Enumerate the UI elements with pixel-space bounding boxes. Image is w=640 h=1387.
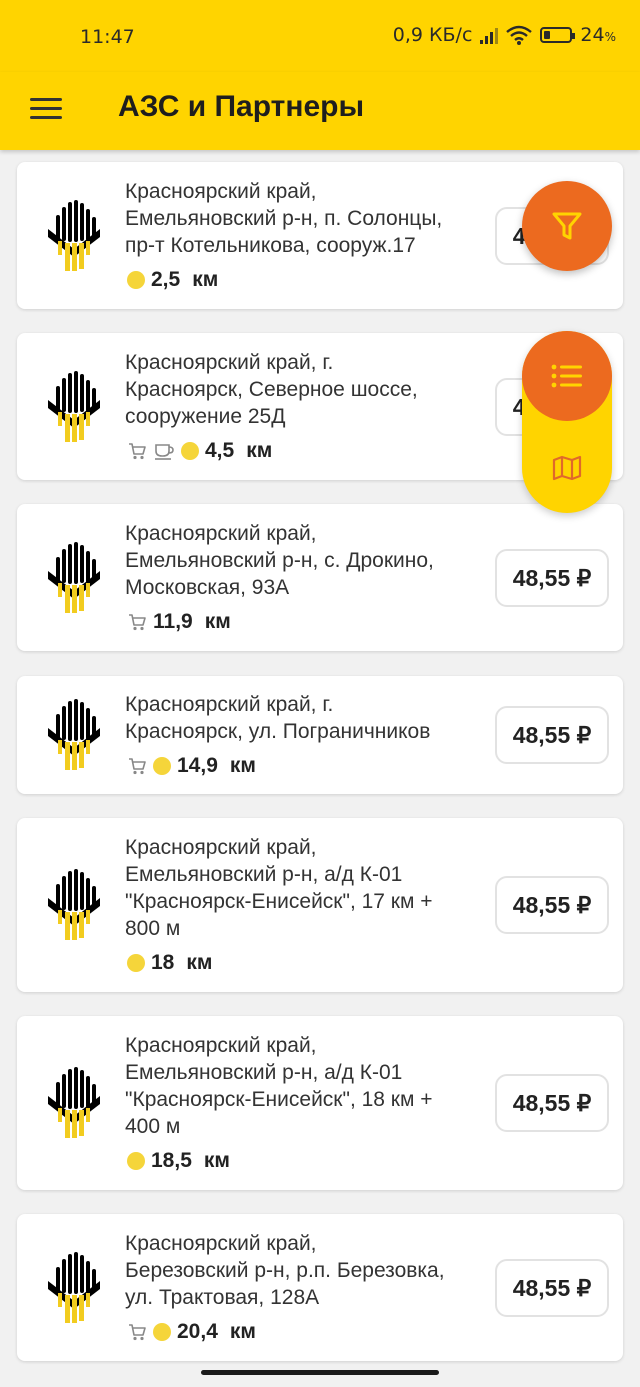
station-address: Красноярский край, Березовский р-н, р.п. …: [125, 1230, 485, 1311]
station-meta: 18,5 км: [127, 1148, 230, 1174]
status-indicators: 0,9 КБ/с 24%: [393, 24, 616, 46]
station-meta: 2,5 км: [127, 267, 218, 293]
address-line: Красноярский край,: [125, 1034, 317, 1057]
address-line: сооружение 25Д: [125, 405, 286, 428]
address-line: Емельяновский р-н, с. Дрокино,: [125, 549, 434, 572]
address-line: Емельяновский р-н, а/д К-01: [125, 1061, 403, 1084]
status-bar: 11:47 0,9 КБ/с 24%: [0, 0, 640, 72]
address-line: ул. Трактовая, 128А: [125, 1286, 320, 1309]
map-icon: [552, 455, 582, 481]
station-address: Красноярский край, Емельяновский р-н, с. …: [125, 520, 485, 601]
rosneft-logo-icon: [45, 541, 103, 615]
station-list[interactable]: Красноярский край, Емельяновский р-н, п. …: [0, 150, 640, 1387]
address-line: Красноярский край,: [125, 836, 317, 859]
address-line: пр-т Котельникова, сооруж.17: [125, 234, 416, 257]
page-title: АЗС и Партнеры: [118, 90, 365, 123]
shop-cart-icon: [127, 756, 147, 776]
distance-unit: км: [246, 439, 273, 462]
address-line: Красноярск, ул. Пограничников: [125, 720, 431, 743]
address-line: Красноярск, Северное шоссе,: [125, 378, 418, 401]
distance-value: 4,5: [205, 439, 235, 462]
address-line: "Красноярск-Енисейск", 18 км +: [125, 1088, 433, 1111]
station-card[interactable]: Красноярский край, Емельяновский р-н, с. …: [17, 504, 623, 651]
address-line: Красноярский край,: [125, 180, 317, 203]
station-card[interactable]: Красноярский край, Березовский р-н, р.п. …: [17, 1214, 623, 1361]
price-button[interactable]: 48,55 ₽: [495, 1259, 609, 1317]
fuel-dot-icon: [127, 271, 145, 289]
status-time: 11:47: [80, 26, 135, 48]
address-line: 400 м: [125, 1115, 181, 1138]
cafe-cup-icon: [153, 441, 175, 461]
wifi-icon: [506, 25, 533, 45]
filter-icon: [552, 212, 582, 240]
address-line: Красноярский край,: [125, 1232, 317, 1255]
battery-icon: [540, 27, 576, 43]
station-address: Красноярский край, Емельяновский р-н, п. …: [125, 178, 485, 259]
fuel-dot-icon: [153, 757, 171, 775]
distance-value: 2,5: [151, 268, 181, 291]
station-card[interactable]: Красноярский край, г. Красноярск, ул. Пог…: [17, 676, 623, 794]
view-toggle: [522, 331, 612, 513]
address-line: Красноярский край, г.: [125, 351, 334, 374]
fuel-dot-icon: [153, 1323, 171, 1341]
distance-unit: км: [204, 610, 231, 633]
distance-unit: км: [229, 1320, 256, 1343]
station-address: Красноярский край, г. Красноярск, Северно…: [125, 349, 485, 430]
address-line: Емельяновский р-н, п. Солонцы,: [125, 207, 443, 230]
distance-value: 11,9: [153, 610, 193, 633]
fuel-dot-icon: [127, 1152, 145, 1170]
cell-signal-icon: [480, 26, 499, 44]
address-line: Красноярский край,: [125, 522, 317, 545]
rosneft-logo-icon: [45, 1251, 103, 1325]
filter-button[interactable]: [522, 181, 612, 271]
distance-value: 18,5: [151, 1149, 192, 1172]
price-button[interactable]: 48,55 ₽: [495, 706, 609, 764]
address-line: Березовский р-н, р.п. Березовка,: [125, 1259, 445, 1282]
station-meta: 20,4 км: [127, 1319, 256, 1345]
distance-value: 20,4: [177, 1320, 218, 1343]
distance-unit: км: [203, 1149, 230, 1172]
station-meta: 18 км: [127, 950, 212, 976]
station-address: Красноярский край, Емельяновский р-н, а/д…: [125, 834, 485, 942]
station-meta: 11,9 км: [127, 609, 231, 635]
app-bar: АЗС и Партнеры: [0, 72, 640, 150]
station-card[interactable]: Красноярский край, Емельяновский р-н, а/д…: [17, 1016, 623, 1190]
station-meta: 4,5 км: [127, 438, 272, 464]
rosneft-logo-icon: [45, 868, 103, 942]
station-address: Красноярский край, г. Красноярск, ул. Пог…: [125, 691, 485, 745]
list-view-button[interactable]: [522, 331, 612, 421]
address-line: Красноярский край, г.: [125, 693, 334, 716]
shop-cart-icon: [127, 612, 147, 632]
shop-cart-icon: [127, 441, 147, 461]
distance-unit: км: [229, 754, 256, 777]
home-indicator[interactable]: [201, 1370, 439, 1375]
price-button[interactable]: 48,55 ₽: [495, 1074, 609, 1132]
rosneft-logo-icon: [45, 370, 103, 444]
price-button[interactable]: 48,55 ₽: [495, 549, 609, 607]
fuel-dot-icon: [127, 954, 145, 972]
distance-unit: км: [192, 268, 219, 291]
address-line: 800 м: [125, 917, 181, 940]
rosneft-logo-icon: [45, 1066, 103, 1140]
address-line: Емельяновский р-н, а/д К-01: [125, 863, 403, 886]
station-meta: 14,9 км: [127, 753, 256, 779]
battery-percent: 24%: [580, 24, 616, 46]
distance-value: 14,9: [177, 754, 218, 777]
fuel-dot-icon: [181, 442, 199, 460]
price-button[interactable]: 48,55 ₽: [495, 876, 609, 934]
rosneft-logo-icon: [45, 698, 103, 772]
map-view-button[interactable]: [522, 423, 612, 513]
address-line: "Красноярск-Енисейск", 17 км +: [125, 890, 433, 913]
distance-unit: км: [186, 951, 213, 974]
address-line: Московская, 93А: [125, 576, 290, 599]
network-speed: 0,9 КБ/с: [392, 24, 473, 46]
list-icon: [551, 364, 582, 388]
distance-value: 18: [151, 951, 175, 974]
station-card[interactable]: Красноярский край, Емельяновский р-н, а/д…: [17, 818, 623, 992]
rosneft-logo-icon: [45, 199, 103, 273]
hamburger-icon[interactable]: [30, 94, 62, 124]
shop-cart-icon: [127, 1322, 147, 1342]
station-address: Красноярский край, Емельяновский р-н, а/д…: [125, 1032, 485, 1140]
